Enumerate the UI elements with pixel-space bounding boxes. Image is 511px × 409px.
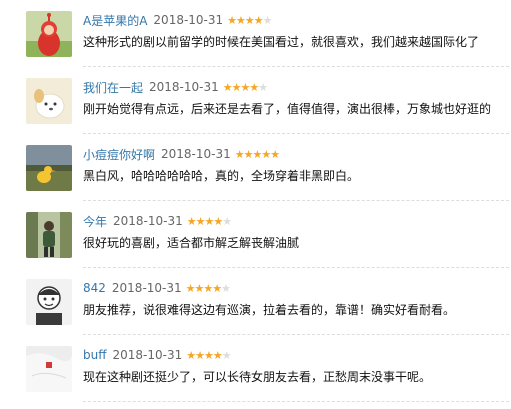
review-meta: 今年 2018-10-31 ★★★★★ [83, 212, 232, 230]
star-empty-icon: ★ [222, 214, 232, 228]
star-filled-icon: ★ [231, 80, 242, 94]
rating-stars: ★★★★★ [186, 348, 232, 362]
review-meta: buff 2018-10-31 ★★★★★ [83, 346, 232, 364]
star-filled-icon: ★ [204, 348, 214, 362]
star-filled-icon: ★ [213, 214, 223, 228]
star-filled-icon: ★ [222, 80, 233, 94]
star-filled-icon: ★ [227, 13, 237, 27]
review-list: A是苹果的A 2018-10-31 ★★★★★ 这种形式的剧以前留学的时候在美国… [0, 0, 511, 409]
avatar[interactable] [26, 279, 72, 325]
review-date: 2018-10-31 [149, 80, 219, 94]
star-filled-icon: ★ [243, 147, 254, 161]
star-filled-icon: ★ [212, 348, 223, 362]
star-filled-icon: ★ [186, 214, 197, 228]
rating-stars: ★★★★★ [186, 214, 232, 228]
review-comment: 这种形式的剧以前留学的时候在美国看过，就很喜欢，我们越来越国际化了 [83, 35, 480, 49]
review-date: 2018-10-31 [111, 281, 182, 295]
avatar[interactable] [26, 212, 72, 258]
rating-stars: ★★★★★ [227, 13, 273, 27]
username-link[interactable]: 我们在一起 [83, 79, 143, 96]
star-filled-icon: ★ [195, 348, 205, 362]
cartoon-dog-avatar-icon [26, 78, 72, 124]
outdoor-person-avatar-icon [26, 212, 72, 258]
star-filled-icon: ★ [203, 281, 213, 295]
avatar[interactable] [26, 78, 72, 124]
star-empty-icon: ★ [221, 281, 231, 295]
review-meta: A是苹果的A 2018-10-31 ★★★★★ [83, 11, 273, 29]
review-item: 今年 2018-10-31 ★★★★★ 很好玩的喜剧，适合都市解乏解丧解油腻 [0, 201, 511, 268]
star-filled-icon: ★ [234, 147, 245, 161]
username-link[interactable]: buff [83, 348, 107, 362]
review-item: 小痘痘你好啊 2018-10-31 ★★★★★ 黑白风，哈哈哈哈哈哈，真的，全场… [0, 134, 511, 201]
rating-stars: ★★★★★ [185, 281, 231, 295]
star-filled-icon: ★ [253, 13, 264, 27]
review-meta: 842 2018-10-31 ★★★★★ [83, 279, 231, 297]
review-item: A是苹果的A 2018-10-31 ★★★★★ 这种形式的剧以前留学的时候在美国… [0, 0, 511, 67]
review-comment: 现在这种剧还挺少了，可以长待女朋友去看，正愁周末没事干呢。 [83, 370, 432, 384]
review-comment: 朋友推荐，说很难得这边有巡演，拉着去看的，靠谱！确实好看耐看。 [83, 303, 456, 317]
review-meta: 我们在一起 2018-10-31 ★★★★★ [83, 78, 268, 96]
star-empty-icon: ★ [258, 80, 268, 94]
star-filled-icon: ★ [186, 348, 196, 362]
review-comment: 刚开始觉得有点远，后来还是去看了，值得值得，演出很棒，万象城也好逛的 [83, 102, 492, 116]
star-filled-icon: ★ [261, 147, 271, 161]
username-link[interactable]: A是苹果的A [83, 12, 147, 29]
username-link[interactable]: 小痘痘你好啊 [83, 146, 155, 163]
username-link[interactable]: 今年 [83, 213, 107, 230]
review-item: buff 2018-10-31 ★★★★★ 现在这种剧还挺少了，可以长待女朋友去… [0, 335, 511, 402]
cartoon-face-avatar-icon [26, 279, 72, 325]
avatar[interactable] [26, 346, 72, 392]
rating-stars: ★★★★★ [234, 147, 280, 161]
star-filled-icon: ★ [212, 281, 222, 295]
teletubby-avatar-icon [26, 11, 72, 57]
review-meta: 小痘痘你好啊 2018-10-31 ★★★★★ [83, 145, 280, 163]
star-filled-icon: ★ [185, 281, 196, 295]
review-date: 2018-10-31 [112, 348, 183, 362]
username-link[interactable]: 842 [83, 281, 106, 295]
white-fabric-avatar-icon [26, 346, 72, 392]
rating-stars: ★★★★★ [222, 80, 268, 94]
star-empty-icon: ★ [262, 13, 273, 27]
divider [83, 401, 509, 402]
star-filled-icon: ★ [249, 80, 259, 94]
review-date: 2018-10-31 [113, 214, 183, 228]
star-filled-icon: ★ [270, 147, 280, 161]
review-date: 2018-10-31 [161, 147, 231, 161]
review-item: 我们在一起 2018-10-31 ★★★★★ 刚开始觉得有点远，后来还是去看了，… [0, 67, 511, 134]
star-filled-icon: ★ [195, 214, 206, 228]
review-item: 842 2018-10-31 ★★★★★ 朋友推荐，说很难得这边有巡演，拉着去看… [0, 268, 511, 335]
star-filled-icon: ★ [244, 13, 255, 27]
star-filled-icon: ★ [236, 13, 246, 27]
avatar[interactable] [26, 145, 72, 191]
review-comment: 黑白风，哈哈哈哈哈哈，真的，全场穿着非黑即白。 [83, 169, 360, 183]
review-date: 2018-10-31 [153, 13, 224, 27]
avatar[interactable] [26, 11, 72, 57]
star-empty-icon: ★ [221, 348, 232, 362]
review-comment: 很好玩的喜剧，适合都市解乏解丧解油腻 [83, 236, 300, 250]
duck-field-avatar-icon [26, 145, 72, 191]
